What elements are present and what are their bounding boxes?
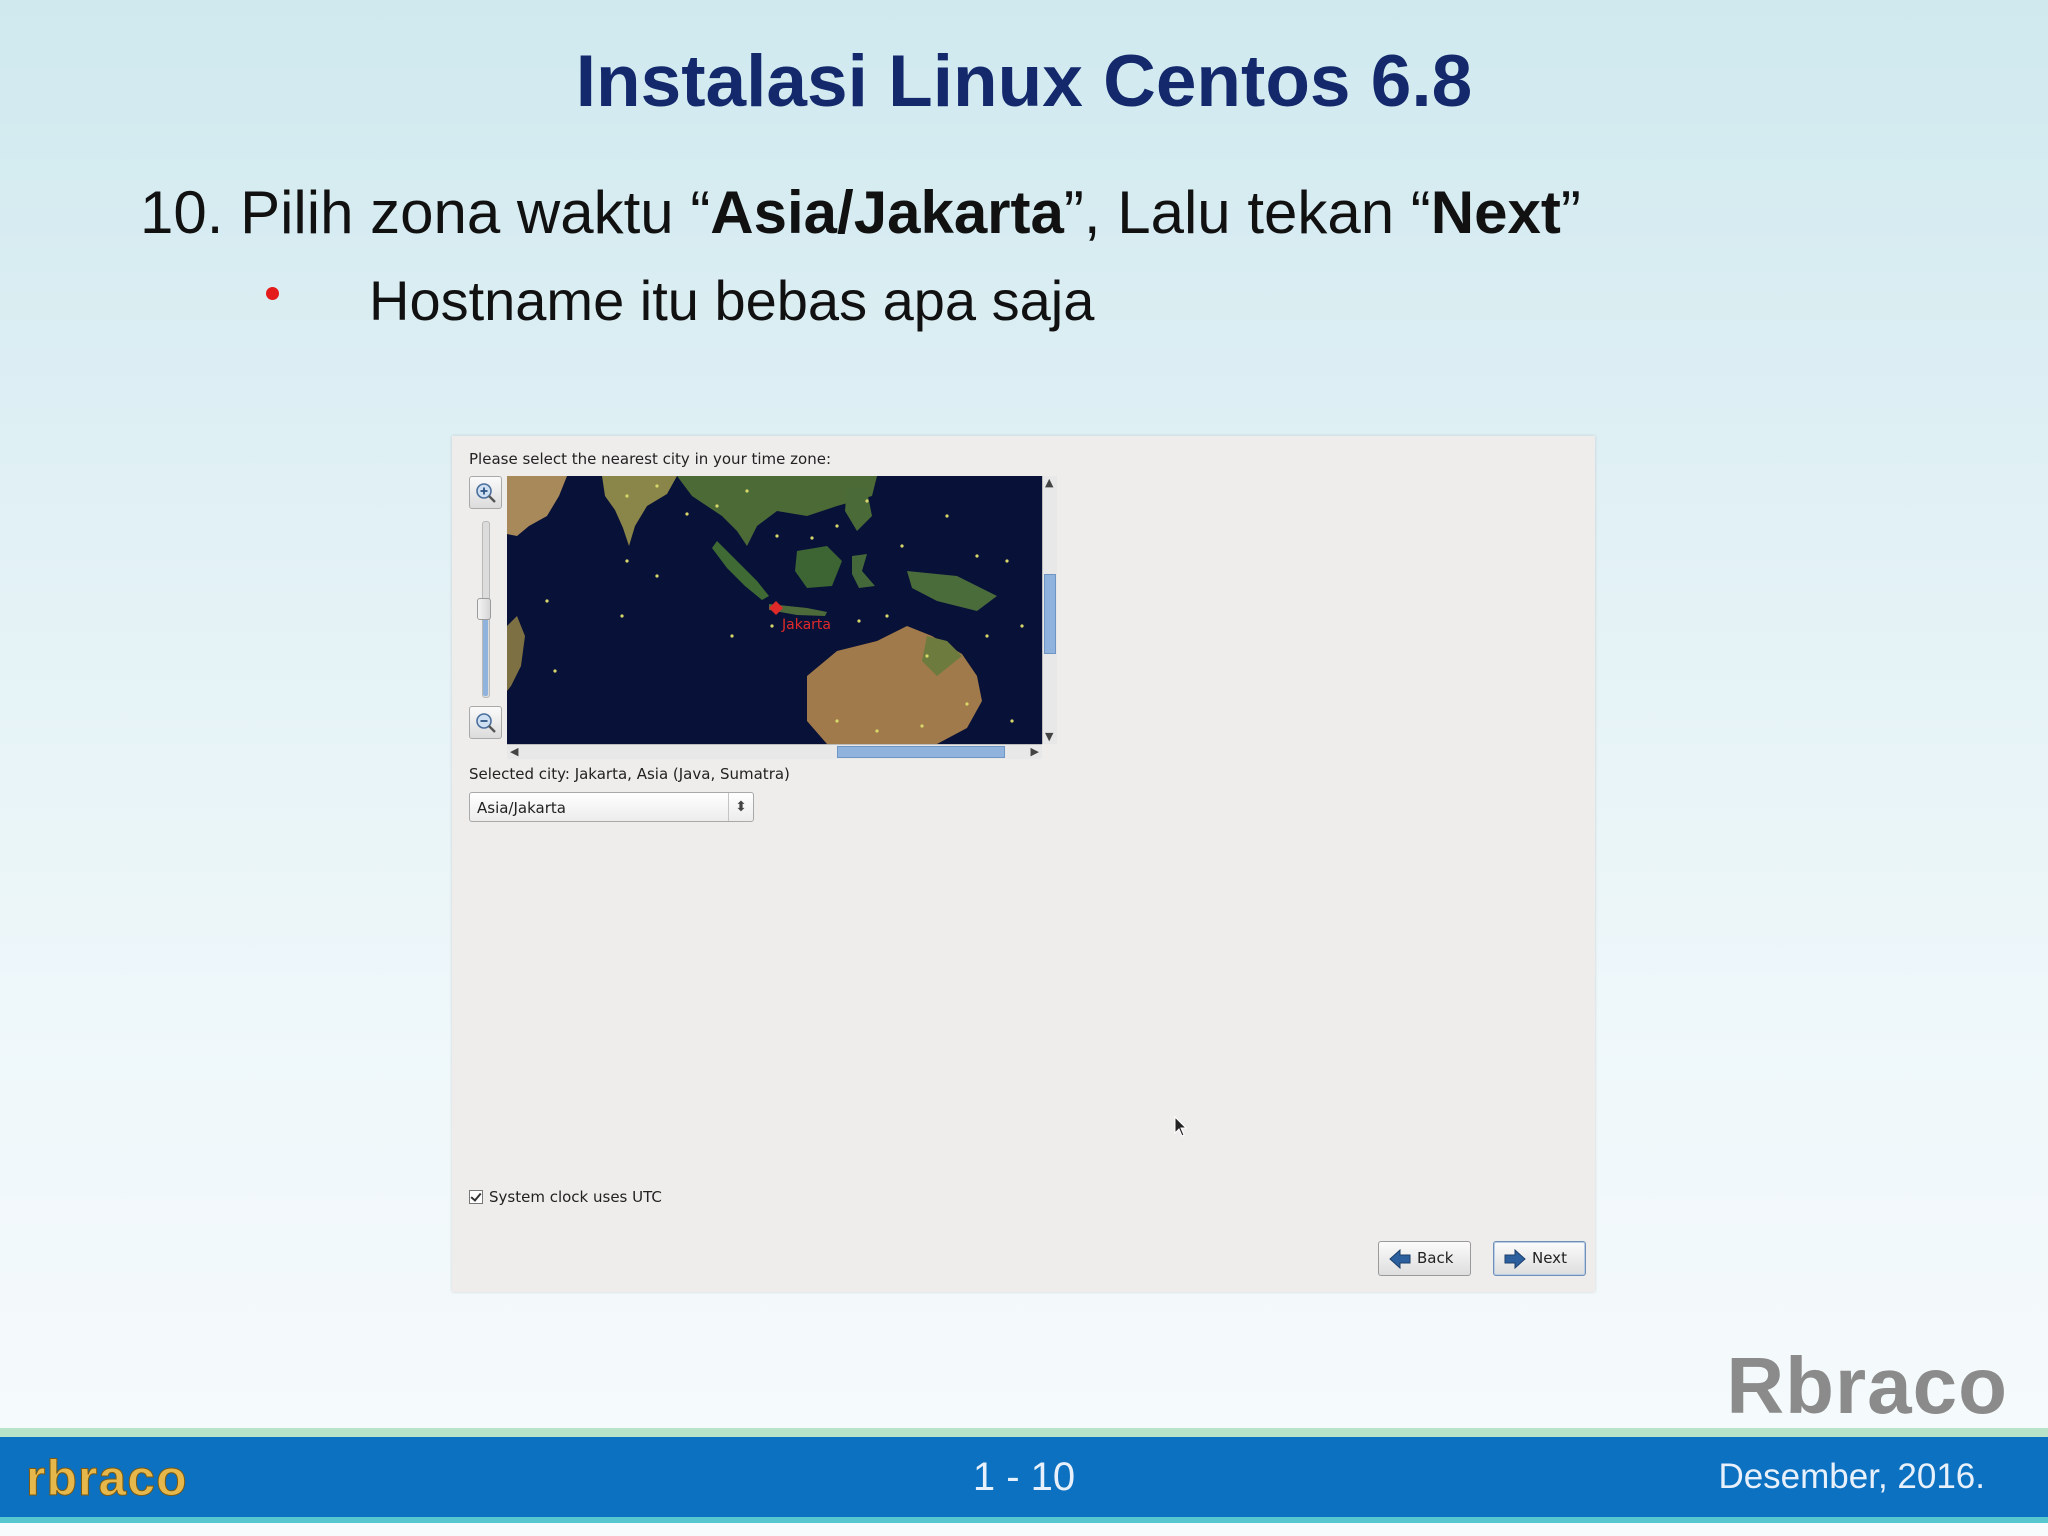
footer-accent-line: [0, 1428, 2048, 1437]
step-button-name: Next: [1430, 179, 1561, 246]
next-button-label: Next: [1532, 1249, 1567, 1267]
map-vertical-scrollbar[interactable]: ▲ ▼: [1042, 476, 1057, 744]
scroll-up-arrow-icon[interactable]: ▲: [1045, 477, 1053, 489]
footer-date: Desember, 2016.: [1718, 1457, 1985, 1496]
selected-city-label: Selected city: Jakarta, Asia (Java, Suma…: [469, 765, 790, 783]
timezone-map[interactable]: Jakarta: [507, 476, 1042, 744]
back-button[interactable]: Back: [1378, 1241, 1471, 1276]
select-spin-icon: ⬍: [728, 793, 753, 821]
next-button[interactable]: Next: [1493, 1241, 1586, 1276]
installer-screenshot: Please select the nearest city in your t…: [452, 436, 1595, 1292]
timezone-select[interactable]: Asia/Jakarta ⬍: [469, 792, 754, 822]
step-suffix: ”: [1560, 179, 1581, 246]
zoom-slider-handle[interactable]: [477, 598, 491, 620]
utc-checkbox-label: System clock uses UTC: [489, 1188, 662, 1206]
scroll-down-arrow-icon[interactable]: ▼: [1045, 731, 1053, 743]
mouse-cursor-icon: [1174, 1116, 1188, 1137]
bullet-dot: [266, 287, 279, 300]
timezone-prompt: Please select the nearest city in your t…: [469, 450, 831, 468]
back-button-label: Back: [1417, 1249, 1454, 1267]
jakarta-marker-label: Jakarta: [781, 617, 831, 633]
scroll-right-arrow-icon[interactable]: ▶: [1031, 746, 1039, 758]
slide-title: Instalasi Linux Centos 6.8: [575, 41, 1473, 122]
bullet-text: Hostname itu bebas apa saja: [369, 269, 1095, 332]
map-horizontal-scrollbar[interactable]: ◀ ▶: [507, 744, 1042, 759]
vertical-scroll-thumb[interactable]: [1044, 574, 1056, 654]
zoom-out-icon: [476, 713, 496, 733]
world-map-image: Jakarta: [507, 476, 1024, 744]
utc-checkbox-row[interactable]: System clock uses UTC: [469, 1188, 662, 1206]
watermark: Rbraco: [1726, 1341, 2008, 1430]
step-middle: ”, Lalu tekan “: [1063, 179, 1431, 246]
next-arrow-icon: [1504, 1249, 1526, 1269]
horizontal-scroll-thumb[interactable]: [837, 746, 1005, 758]
step-city: Asia/Jakarta: [710, 179, 1064, 246]
timezone-select-value: Asia/Jakarta: [477, 799, 566, 817]
step-instruction: 10. Pilih zona waktu “Asia/Jakarta”, Lal…: [140, 178, 1581, 247]
back-arrow-icon: [1389, 1249, 1411, 1269]
zoom-in-icon: [476, 483, 496, 503]
jakarta-marker: [769, 601, 783, 615]
step-prefix: 10. Pilih zona waktu “: [140, 179, 711, 246]
zoom-out-button[interactable]: [469, 706, 502, 739]
scroll-left-arrow-icon[interactable]: ◀: [510, 746, 518, 758]
footer-bar: rbraco 1 - 10 Desember, 2016.: [0, 1437, 2048, 1523]
zoom-in-button[interactable]: [469, 476, 502, 509]
utc-checkbox[interactable]: [469, 1190, 483, 1204]
